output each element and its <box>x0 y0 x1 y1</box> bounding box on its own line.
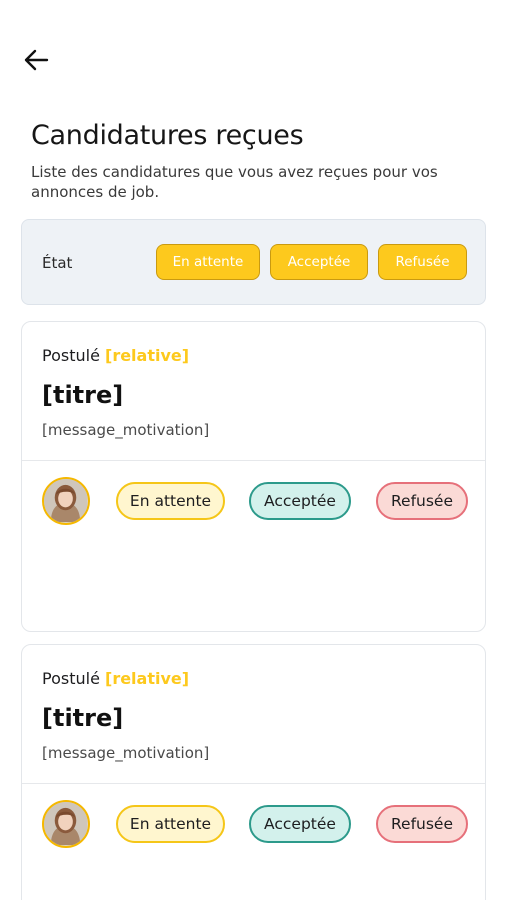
filter-chip-accepted[interactable]: Acceptée <box>270 244 368 280</box>
filter-chip-refused[interactable]: Refusée <box>378 244 467 280</box>
page-subtitle: Liste des candidatures que vous avez reç… <box>31 163 438 201</box>
arrow-left-icon <box>24 49 49 71</box>
status-accepted-button[interactable]: Acceptée <box>249 805 351 843</box>
status-accepted-button[interactable]: Acceptée <box>249 482 351 520</box>
filter-chip-pending[interactable]: En attente <box>156 244 260 280</box>
status-pending-button[interactable]: En attente <box>116 482 225 520</box>
applied-label: Postulé <box>42 669 100 688</box>
card-divider <box>22 783 485 784</box>
page-title: Candidatures reçues <box>31 120 304 151</box>
application-message: [message_motivation] <box>42 421 210 439</box>
application-title: [titre] <box>42 704 124 732</box>
applied-line: Postulé [relative] <box>42 346 189 365</box>
applied-label: Postulé <box>42 346 100 365</box>
user-avatar-icon <box>44 479 87 522</box>
back-button[interactable] <box>18 42 54 78</box>
status-pending-button[interactable]: En attente <box>116 805 225 843</box>
application-title: [titre] <box>42 381 124 409</box>
applied-relative-time: [relative] <box>105 346 190 365</box>
user-avatar[interactable] <box>42 800 90 848</box>
user-avatar-icon <box>44 802 87 845</box>
status-filter-panel: État En attente Acceptée Refusée <box>21 219 486 305</box>
status-refused-button[interactable]: Refusée <box>376 805 468 843</box>
applied-relative-time: [relative] <box>105 669 190 688</box>
card-divider <box>22 460 485 461</box>
filter-label: État <box>42 254 73 272</box>
user-avatar[interactable] <box>42 477 90 525</box>
applied-line: Postulé [relative] <box>42 669 189 688</box>
application-card: Postulé [relative] [titre] [message_moti… <box>21 321 486 632</box>
application-card: Postulé [relative] [titre] [message_moti… <box>21 644 486 900</box>
status-refused-button[interactable]: Refusée <box>376 482 468 520</box>
application-message: [message_motivation] <box>42 744 210 762</box>
